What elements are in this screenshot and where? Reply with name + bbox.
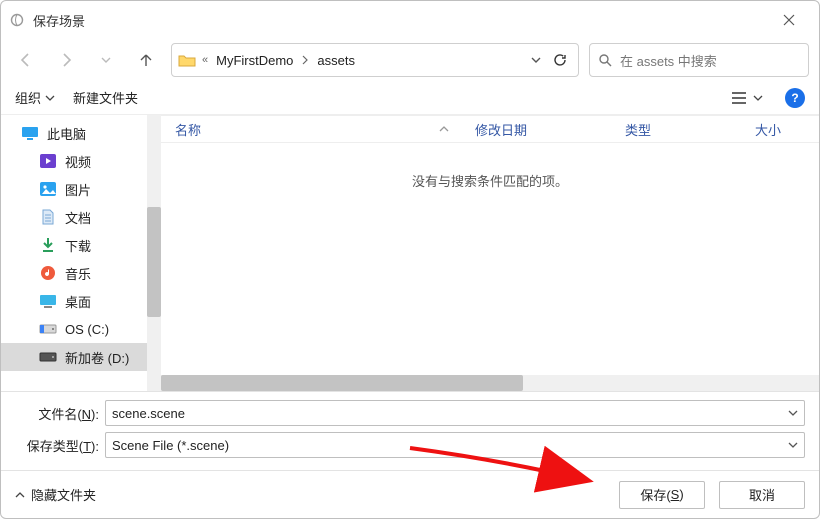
sidebar-item-documents[interactable]: 文档 (1, 203, 161, 231)
monitor-icon (21, 124, 39, 142)
refresh-button[interactable] (552, 52, 568, 68)
chevron-up-icon (15, 490, 25, 500)
sidebar-item-drive-d[interactable]: 新加卷 (D:) (1, 343, 161, 371)
sidebar: 此电脑 视频 图片 文档 下载 (1, 115, 161, 391)
nav-forward-button[interactable] (51, 45, 81, 75)
breadcrumb-prefix: « (202, 54, 208, 66)
sidebar-scrollbar[interactable] (147, 115, 161, 391)
filetype-select[interactable]: Scene File (*.scene) (105, 432, 805, 458)
chevron-down-icon (753, 93, 763, 103)
chevron-down-icon (45, 93, 55, 103)
chevron-down-icon[interactable] (788, 440, 798, 450)
drive-icon (39, 348, 57, 366)
search-placeholder: 在 assets 中搜索 (620, 51, 717, 70)
pictures-icon (39, 180, 57, 198)
hide-folders-button[interactable]: 隐藏文件夹 (15, 485, 96, 504)
new-folder-button[interactable]: 新建文件夹 (73, 88, 138, 107)
sidebar-item-desktop[interactable]: 桌面 (1, 287, 161, 315)
nav-recent-button[interactable] (91, 45, 121, 75)
file-area-scrollbar[interactable] (161, 375, 819, 391)
sidebar-item-music[interactable]: 音乐 (1, 259, 161, 287)
chevron-down-icon[interactable] (788, 408, 798, 418)
column-type[interactable]: 类型 (611, 116, 741, 142)
document-icon (39, 208, 57, 226)
save-button[interactable]: 保存(S) (619, 481, 705, 509)
column-headers: 名称 修改日期 类型 大小 (161, 115, 819, 143)
nav-back-button[interactable] (11, 45, 41, 75)
column-name[interactable]: 名称 (161, 116, 461, 142)
video-icon (39, 152, 57, 170)
column-size[interactable]: 大小 (741, 116, 819, 142)
sort-indicator-icon (439, 125, 449, 133)
filename-input[interactable]: scene.scene (105, 400, 805, 426)
search-input[interactable]: 在 assets 中搜索 (589, 43, 809, 77)
help-button[interactable]: ? (785, 88, 805, 108)
breadcrumb-sep-icon (301, 55, 309, 65)
search-icon (598, 53, 612, 67)
list-view-icon (731, 91, 747, 105)
folder-icon (178, 51, 196, 69)
filetype-label: 保存类型(T): (15, 436, 105, 455)
download-icon (39, 236, 57, 254)
breadcrumb-folder-2[interactable]: assets (315, 51, 357, 70)
sidebar-item-pictures[interactable]: 图片 (1, 175, 161, 203)
filename-label: 文件名(N): (15, 404, 105, 423)
app-icon (9, 12, 25, 28)
music-icon (39, 264, 57, 282)
address-dropdown-icon[interactable] (530, 54, 542, 66)
sidebar-item-videos[interactable]: 视频 (1, 147, 161, 175)
sidebar-item-this-pc[interactable]: 此电脑 (1, 119, 161, 147)
breadcrumb-folder-1[interactable]: MyFirstDemo (214, 51, 295, 70)
sidebar-item-drive-c[interactable]: OS (C:) (1, 315, 161, 343)
sidebar-item-downloads[interactable]: 下载 (1, 231, 161, 259)
view-mode-button[interactable] (727, 87, 767, 109)
address-bar[interactable]: « MyFirstDemo assets (171, 43, 579, 77)
desktop-icon (39, 292, 57, 310)
column-modified[interactable]: 修改日期 (461, 116, 611, 142)
cancel-button[interactable]: 取消 (719, 481, 805, 509)
empty-message: 没有与搜索条件匹配的项。 (161, 143, 819, 375)
organize-button[interactable]: 组织 (15, 88, 55, 107)
close-button[interactable] (767, 6, 811, 34)
drive-icon (39, 320, 57, 338)
nav-up-button[interactable] (131, 45, 161, 75)
window-title: 保存场景 (33, 11, 85, 30)
